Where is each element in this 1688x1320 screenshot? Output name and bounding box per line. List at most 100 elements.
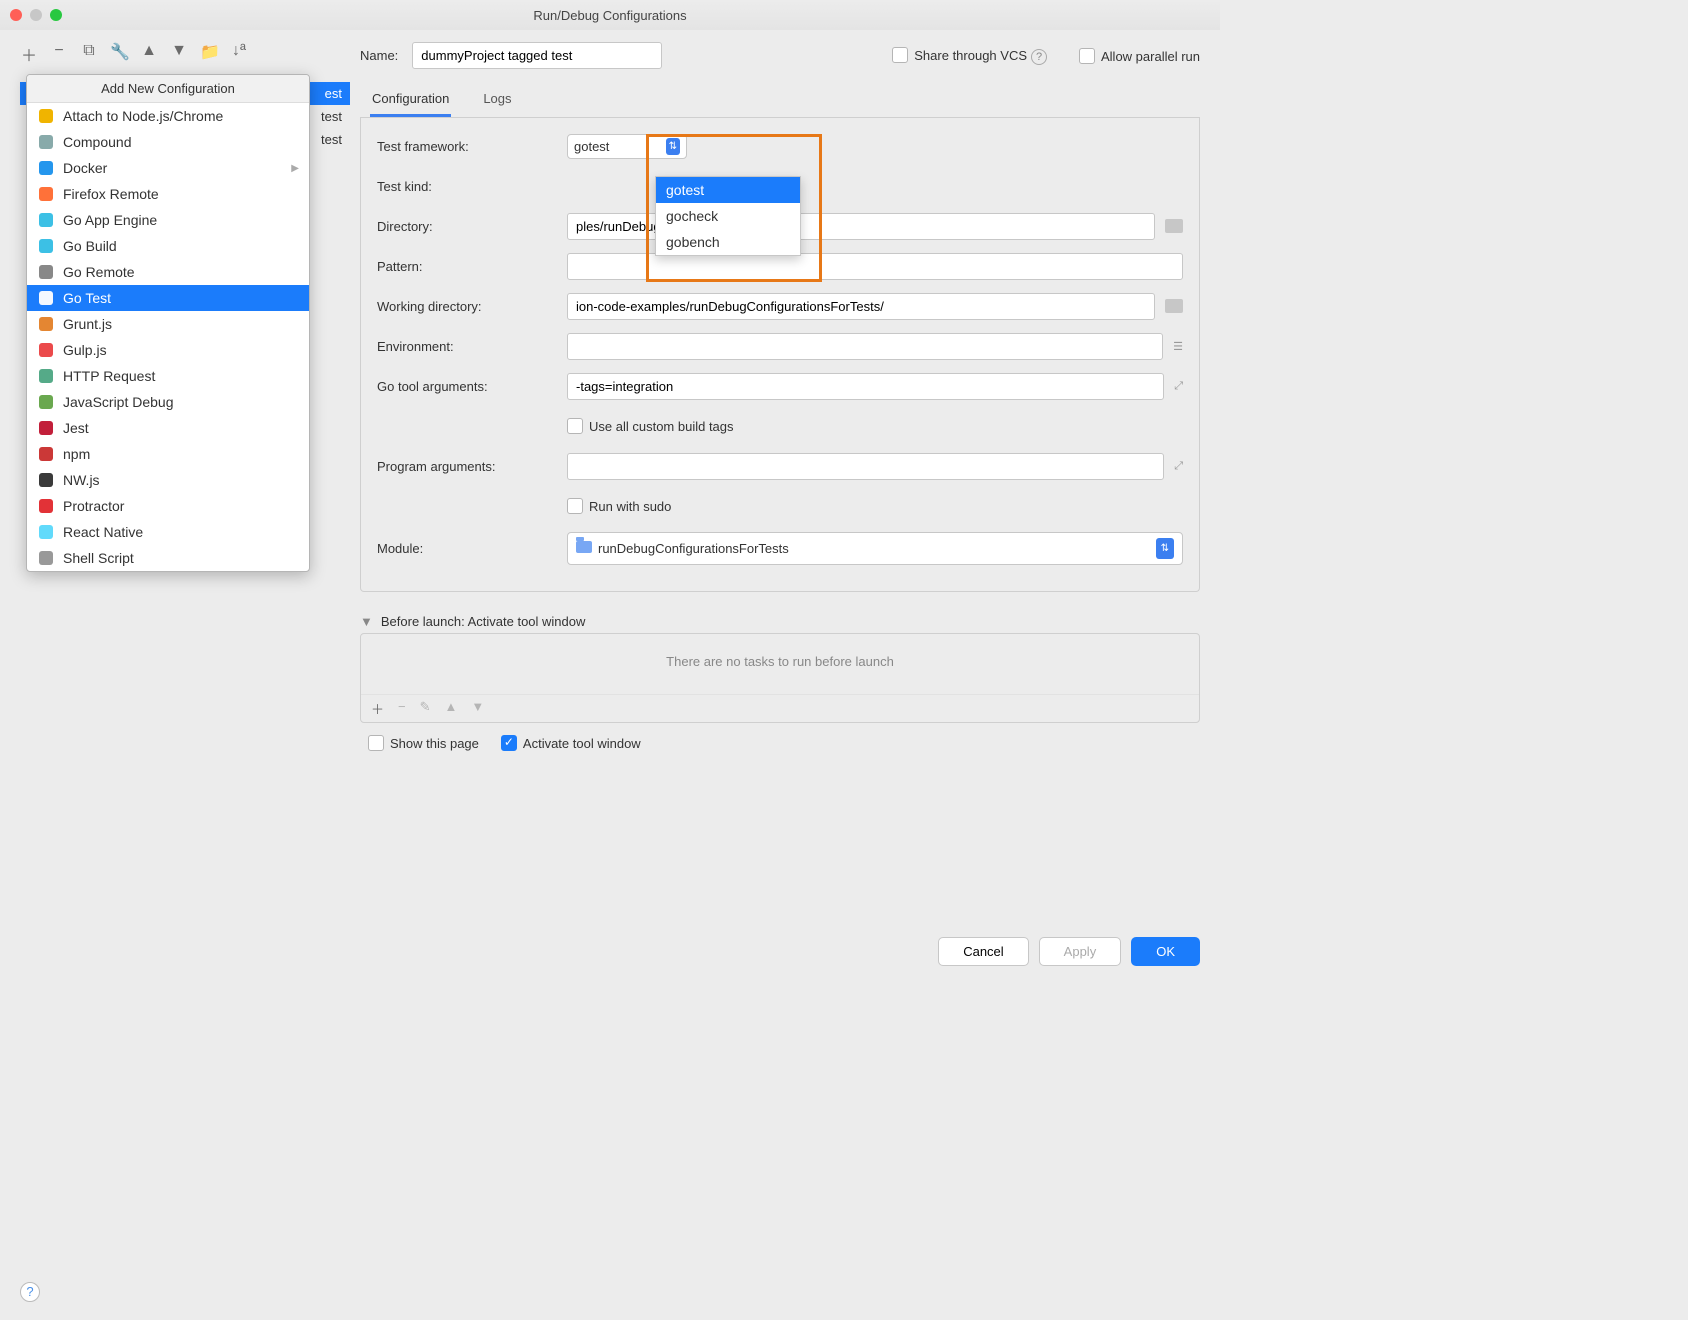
expand-icon[interactable]: ⤢ <box>1174 380 1183 393</box>
module-folder-icon <box>576 541 592 553</box>
down-icon[interactable]: ▼ <box>170 42 188 66</box>
gopher-icon <box>37 237 55 255</box>
up-icon[interactable]: ▲ <box>140 42 158 66</box>
dropdown-option[interactable]: gotest <box>656 177 800 203</box>
dropdown-option[interactable]: gocheck <box>656 203 800 229</box>
show-page-checkbox[interactable]: Show this page <box>368 735 479 751</box>
popup-item[interactable]: Compound <box>27 129 309 155</box>
environment-label: Environment: <box>377 339 567 354</box>
popup-item[interactable]: NW.js <box>27 467 309 493</box>
popup-item[interactable]: JavaScript Debug <box>27 389 309 415</box>
program-args-input[interactable] <box>567 453 1164 480</box>
use-tags-checkbox[interactable]: Use all custom build tags <box>567 418 734 434</box>
edit-icon: ✎ <box>420 699 431 718</box>
disclosure-icon[interactable]: ▼ <box>360 614 373 629</box>
popup-item[interactable]: Firefox Remote <box>27 181 309 207</box>
js-icon <box>37 107 55 125</box>
dialog-buttons: Cancel Apply OK <box>360 763 1200 980</box>
gopher-icon <box>37 289 55 307</box>
add-icon[interactable]: ＋ <box>20 42 38 66</box>
browse-folder-icon[interactable] <box>1165 219 1183 233</box>
jsdebug-icon <box>37 393 55 411</box>
popup-item-label: Firefox Remote <box>63 186 159 202</box>
name-label: Name: <box>360 48 398 63</box>
expand-icon[interactable]: ⤢ <box>1174 460 1183 473</box>
grunt-icon <box>37 315 55 333</box>
remove-icon[interactable]: − <box>50 42 68 66</box>
popup-item[interactable]: Grunt.js <box>27 311 309 337</box>
http-icon <box>37 367 55 385</box>
popup-item[interactable]: Attach to Node.js/Chrome <box>27 103 309 129</box>
popup-item[interactable]: Go App Engine <box>27 207 309 233</box>
working-dir-input[interactable] <box>567 293 1155 320</box>
popup-item[interactable]: Shell Script <box>27 545 309 571</box>
popup-item-label: Go App Engine <box>63 212 157 228</box>
popup-item[interactable]: Jest <box>27 415 309 441</box>
firefox-icon <box>37 185 55 203</box>
pattern-input[interactable] <box>567 253 1183 280</box>
allow-parallel-checkbox[interactable]: Allow parallel run <box>1079 48 1200 64</box>
main-panel: Name: Share through VCS? Allow parallel … <box>350 30 1220 980</box>
module-select[interactable]: runDebugConfigurationsForTests ⇅ <box>567 532 1183 565</box>
popup-item[interactable]: Go Build <box>27 233 309 259</box>
tab-bar: Configuration Logs <box>360 83 1200 118</box>
directory-label: Directory: <box>377 219 567 234</box>
add-icon[interactable]: ＋ <box>371 699 384 718</box>
before-launch-empty: There are no tasks to run before launch <box>361 634 1199 689</box>
test-framework-label: Test framework: <box>377 139 567 154</box>
popup-item[interactable]: Go Test <box>27 285 309 311</box>
folder-icon[interactable]: 📁 <box>200 42 218 66</box>
test-framework-select[interactable]: gotest ⇅ <box>567 134 687 159</box>
tab-configuration[interactable]: Configuration <box>370 83 451 117</box>
apply-button[interactable]: Apply <box>1039 937 1122 966</box>
dropdown-option[interactable]: gobench <box>656 229 800 255</box>
popup-item[interactable]: Gulp.js <box>27 337 309 363</box>
react-icon <box>37 523 55 541</box>
popup-item[interactable]: React Native <box>27 519 309 545</box>
popup-item-label: Docker <box>63 160 107 176</box>
name-input[interactable] <box>412 42 662 69</box>
popup-item[interactable]: npm <box>27 441 309 467</box>
docker-icon <box>37 159 55 177</box>
popup-item-label: Go Remote <box>63 264 135 280</box>
test-framework-dropdown[interactable]: gotestgocheckgobench <box>655 176 801 256</box>
run-with-sudo-checkbox[interactable]: Run with sudo <box>567 498 671 514</box>
popup-item[interactable]: HTTP Request <box>27 363 309 389</box>
popup-item-label: Attach to Node.js/Chrome <box>63 108 223 124</box>
working-dir-label: Working directory: <box>377 299 567 314</box>
browse-folder-icon[interactable] <box>1165 299 1183 313</box>
up-icon: ▲ <box>445 699 458 718</box>
share-checkbox[interactable]: Share through VCS? <box>892 47 1047 65</box>
chevron-updown-icon: ⇅ <box>666 138 680 155</box>
chevron-updown-icon: ⇅ <box>1156 538 1174 559</box>
add-config-popup[interactable]: Add New Configuration Attach to Node.js/… <box>26 74 310 572</box>
copy-icon[interactable]: ⧉ <box>80 42 98 66</box>
config-toolbar: ＋ − ⧉ 🔧 ▲ ▼ 📁 ↓ª <box>20 38 350 76</box>
environment-input[interactable] <box>567 333 1163 360</box>
popup-item[interactable]: Go Remote <box>27 259 309 285</box>
popup-item-label: npm <box>63 446 90 462</box>
before-launch-toolbar: ＋ − ✎ ▲ ▼ <box>361 694 1199 722</box>
tab-logs[interactable]: Logs <box>481 83 513 117</box>
popup-item-label: HTTP Request <box>63 368 155 384</box>
popup-item[interactable]: Protractor <box>27 493 309 519</box>
popup-item-label: Go Test <box>63 290 111 306</box>
program-args-label: Program arguments: <box>377 459 567 474</box>
list-icon[interactable]: ☰ <box>1173 340 1183 353</box>
popup-item[interactable]: Docker▶ <box>27 155 309 181</box>
wrench-icon[interactable]: 🔧 <box>110 42 128 66</box>
help-icon[interactable]: ? <box>1031 49 1047 65</box>
cancel-button[interactable]: Cancel <box>938 937 1028 966</box>
popup-item-label: Protractor <box>63 498 124 514</box>
help-button[interactable]: ? <box>20 1282 40 1302</box>
sort-icon[interactable]: ↓ª <box>230 42 248 66</box>
popup-item-label: Shell Script <box>63 550 134 566</box>
ok-button[interactable]: OK <box>1131 937 1200 966</box>
pattern-label: Pattern: <box>377 259 567 274</box>
activate-tool-window-checkbox[interactable]: Activate tool window <box>501 735 641 751</box>
go-tool-args-input[interactable] <box>567 373 1164 400</box>
down-icon: ▼ <box>471 699 484 718</box>
popup-item-label: React Native <box>63 524 143 540</box>
go-tool-args-label: Go tool arguments: <box>377 379 567 394</box>
window-titlebar: Run/Debug Configurations <box>0 0 1220 30</box>
